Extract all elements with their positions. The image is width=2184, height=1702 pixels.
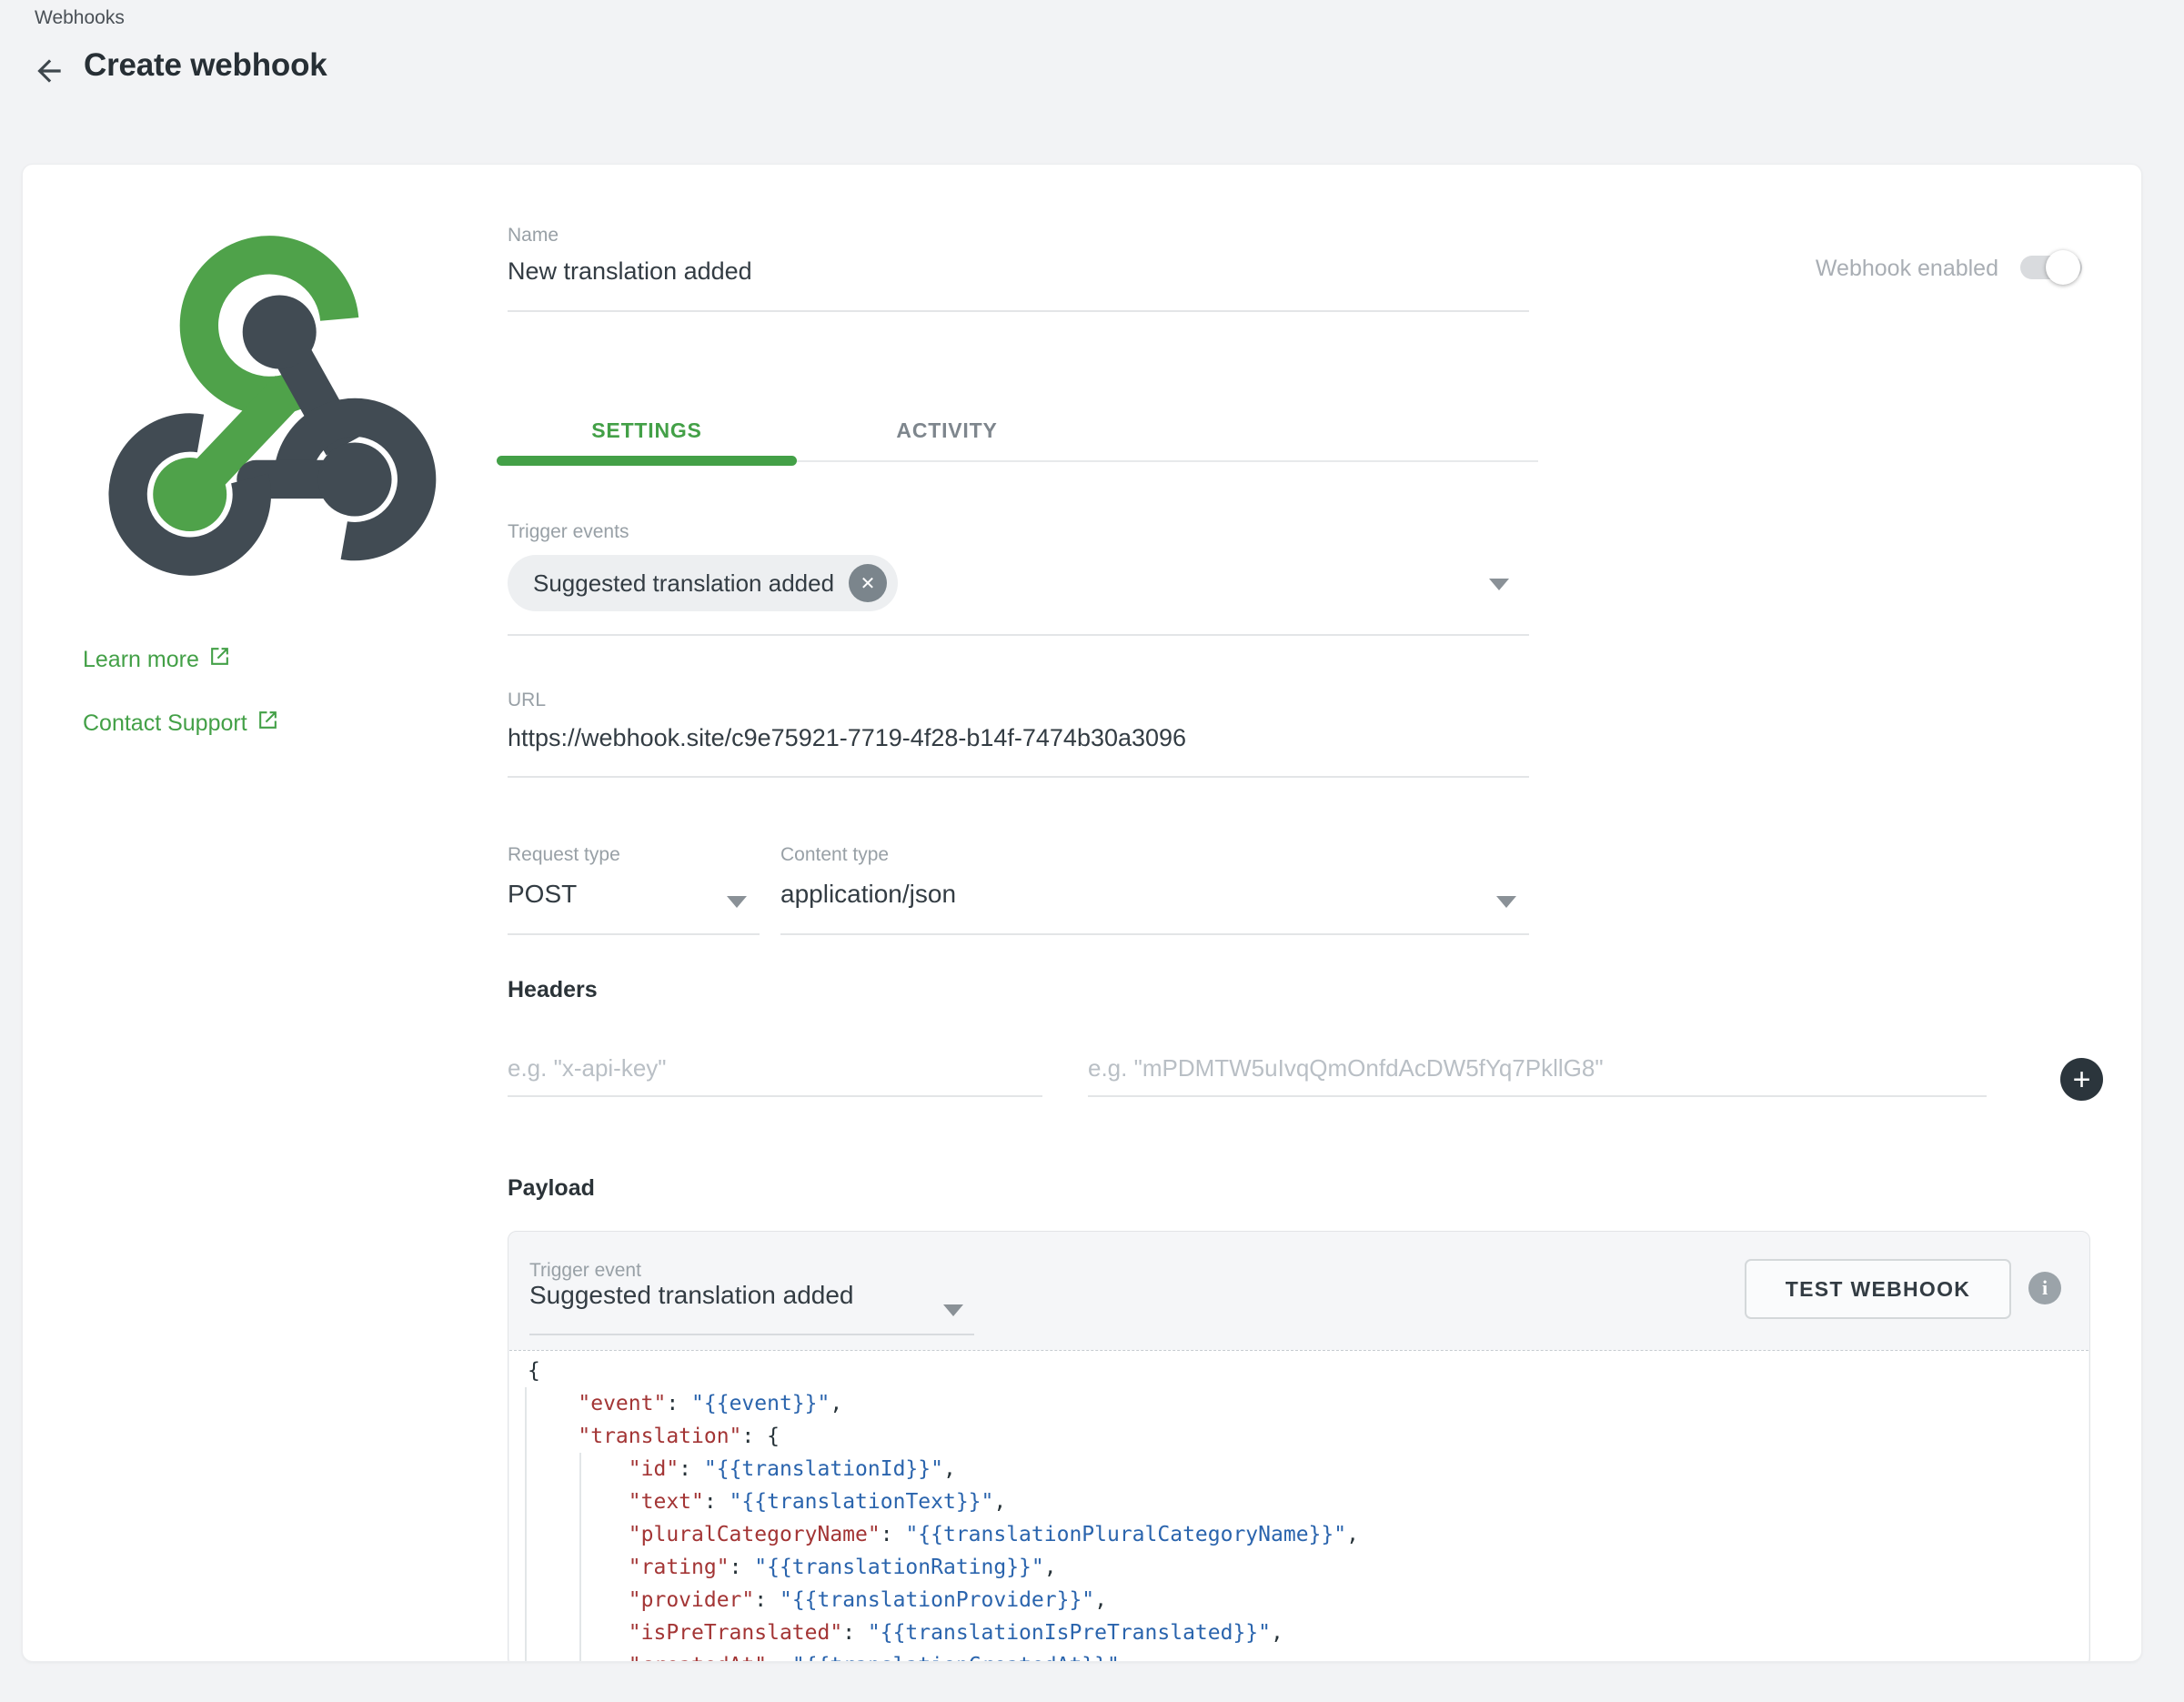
content-type-label: Content type — [780, 844, 889, 866]
tab-settings[interactable]: SETTINGS — [497, 406, 797, 456]
contact-support-label: Contact Support — [83, 710, 247, 737]
header-value-input[interactable] — [1088, 1031, 1987, 1097]
active-tab-indicator — [497, 456, 797, 466]
payload-code: { "event": "{{event}}", "translation": {… — [509, 1351, 2088, 1662]
chevron-down-icon[interactable] — [943, 1304, 963, 1316]
code-line: "provider": "{{translationProvider}}", — [528, 1584, 2088, 1616]
payload-title: Payload — [508, 1175, 595, 1202]
name-input[interactable] — [508, 250, 1529, 286]
code-line: "isPreTranslated": "{{translationIsPreTr… — [528, 1616, 2088, 1649]
create-webhook-page: Webhooks Create webhook — [0, 0, 2184, 1702]
info-icon[interactable]: i — [2028, 1272, 2061, 1304]
trigger-events-label: Trigger events — [508, 521, 629, 543]
tab-activity[interactable]: ACTIVITY — [797, 406, 1097, 456]
plus-icon: + — [2073, 1064, 2091, 1095]
url-label: URL — [508, 690, 546, 711]
arrow-left-icon — [32, 54, 66, 93]
add-header-button[interactable]: + — [2060, 1058, 2103, 1101]
learn-more-label: Learn more — [83, 647, 199, 673]
headers-title: Headers — [508, 977, 598, 1003]
name-field — [508, 250, 1529, 312]
code-line: "text": "{{translationText}}", — [528, 1485, 2088, 1518]
header-key-input[interactable] — [508, 1031, 1042, 1097]
trigger-event-label: Trigger event — [529, 1260, 641, 1282]
payload-editor[interactable]: { "event": "{{event}}", "translation": {… — [509, 1350, 2088, 1662]
indent-guide — [525, 1387, 527, 1662]
trigger-event-chip: Suggested translation added ✕ — [508, 555, 898, 611]
contact-support-link[interactable]: Contact Support — [83, 709, 279, 738]
url-input[interactable] — [508, 715, 1529, 752]
chevron-down-icon — [1496, 896, 1516, 908]
chevron-down-icon — [727, 896, 747, 908]
webhook-enabled-toggle[interactable] — [2020, 256, 2082, 279]
open-in-new-icon — [208, 645, 231, 674]
indent-guide — [579, 1453, 581, 1662]
breadcrumb[interactable]: Webhooks — [35, 7, 125, 29]
learn-more-link[interactable]: Learn more — [83, 645, 231, 674]
info-glyph: i — [2042, 1276, 2048, 1300]
webhook-logo — [75, 227, 467, 599]
divider — [529, 1334, 974, 1335]
toggle-knob — [2046, 250, 2080, 285]
close-icon[interactable]: ✕ — [849, 564, 887, 602]
trigger-event-select[interactable]: Suggested translation added — [529, 1281, 854, 1310]
content-type-select[interactable]: application/json — [780, 872, 1529, 935]
test-webhook-button[interactable]: TEST WEBHOOK — [1745, 1259, 2011, 1319]
page-title: Create webhook — [84, 47, 327, 84]
chevron-down-icon[interactable] — [1489, 579, 1509, 590]
code-line: "translation": { — [528, 1420, 2088, 1453]
payload-panel: Trigger event Suggested translation adde… — [508, 1231, 2090, 1662]
code-line: { — [528, 1355, 2088, 1387]
request-type-select[interactable]: POST — [508, 872, 760, 935]
request-type-label: Request type — [508, 844, 620, 866]
name-label: Name — [508, 225, 559, 247]
webhook-enabled-label: Webhook enabled — [1544, 256, 1998, 282]
divider — [508, 634, 1529, 636]
url-field — [508, 715, 1529, 778]
chip-label: Suggested translation added — [533, 569, 834, 598]
code-line: "pluralCategoryName": "{{translationPlur… — [528, 1518, 2088, 1551]
back-button[interactable] — [27, 51, 71, 95]
code-line: "event": "{{event}}", — [528, 1387, 2088, 1420]
open-in-new-icon — [257, 709, 279, 738]
content-type-value: application/json — [780, 880, 956, 909]
code-line: "rating": "{{translationRating}}", — [528, 1551, 2088, 1584]
code-line: "id": "{{translationId}}", — [528, 1453, 2088, 1485]
webhook-card: Learn more Contact Support Name Webhook … — [22, 164, 2142, 1662]
request-type-value: POST — [508, 880, 577, 909]
code-line: "createdAt": "{{translationCreatedAt}}", — [528, 1649, 2088, 1662]
